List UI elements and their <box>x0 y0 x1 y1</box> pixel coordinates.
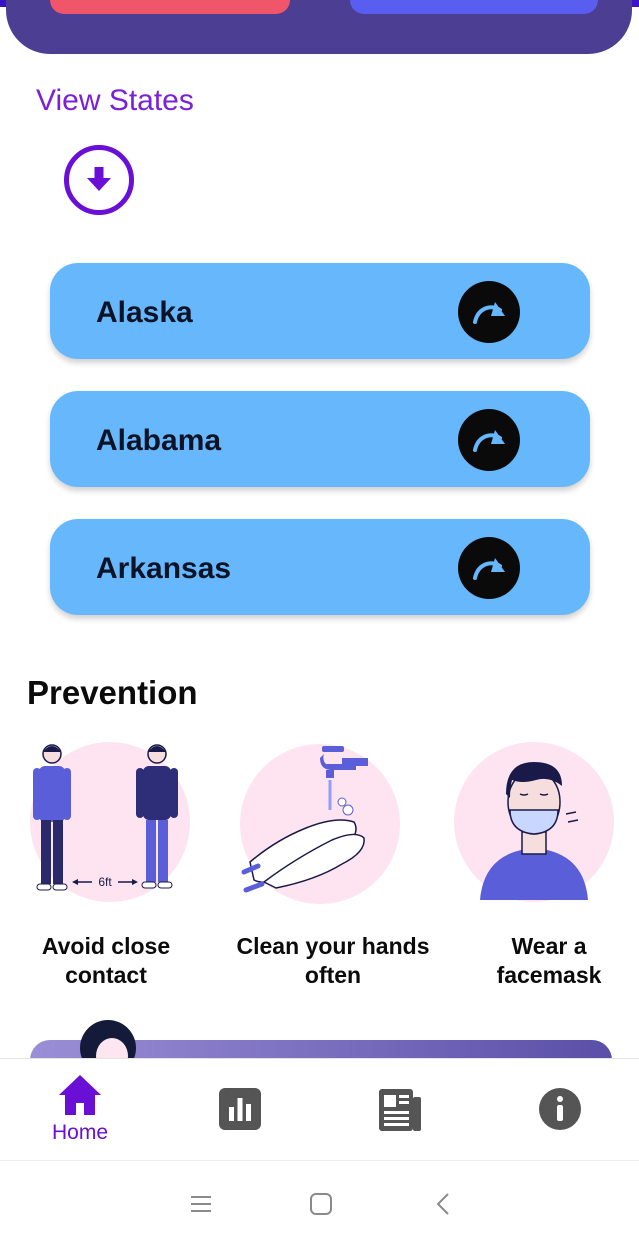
state-card-alaska[interactable]: Alaska <box>50 263 590 359</box>
nav-stats[interactable] <box>180 1059 300 1161</box>
state-name: Alabama <box>96 424 222 457</box>
home-square-icon[interactable] <box>306 1189 336 1219</box>
nav-home[interactable]: Home <box>20 1059 140 1161</box>
bar-chart-icon <box>219 1088 261 1130</box>
system-nav-bar <box>0 1160 639 1244</box>
label-line: facemask <box>496 962 602 988</box>
distance-label: 6ft <box>98 875 112 889</box>
arrow-down-circle-icon <box>87 167 111 191</box>
nav-info[interactable] <box>500 1059 620 1161</box>
home-icon <box>59 1075 101 1115</box>
state-card-alabama[interactable]: Alabama <box>50 391 590 487</box>
nav-news[interactable] <box>340 1059 460 1161</box>
arrow-redo-icon[interactable] <box>458 409 520 471</box>
download-button[interactable] <box>64 145 134 215</box>
nav-home-label: Home <box>51 1121 109 1144</box>
header-blue-button[interactable] <box>350 0 598 14</box>
prevention-title: Prevention <box>27 674 198 711</box>
label-line: often <box>304 962 362 988</box>
label-line: Wear a <box>511 933 587 959</box>
prevention-label-facemask: Wear a facemask <box>470 932 628 990</box>
facemask-illustration <box>454 742 614 902</box>
bottom-nav: Home <box>0 1058 639 1160</box>
header-red-button[interactable] <box>50 0 290 14</box>
menu-icon[interactable] <box>186 1189 216 1219</box>
info-icon <box>539 1088 581 1130</box>
prevention-label-clean-hands: Clean your hands often <box>228 932 438 990</box>
prevention-label-avoid-contact: Avoid close contact <box>22 932 190 990</box>
label-line: Clean your hands <box>236 933 430 959</box>
label-line: contact <box>65 962 147 988</box>
view-states-title: View States <box>36 84 194 117</box>
app-screen: View States Alaska Alabama Arkansas Prev… <box>0 0 639 1244</box>
newspaper-icon <box>379 1089 421 1131</box>
label-line: Avoid close <box>41 933 171 959</box>
state-card-arkansas[interactable]: Arkansas <box>50 519 590 615</box>
social-distance-illustration: 6ft <box>30 742 190 902</box>
state-name: Alaska <box>96 296 193 329</box>
state-name: Arkansas <box>96 552 232 585</box>
arrow-redo-icon[interactable] <box>458 281 520 343</box>
back-icon[interactable] <box>428 1189 458 1219</box>
arrow-redo-icon[interactable] <box>458 537 520 599</box>
person-avatar-illustration <box>80 1020 136 1062</box>
hand-washing-illustration <box>240 744 400 904</box>
